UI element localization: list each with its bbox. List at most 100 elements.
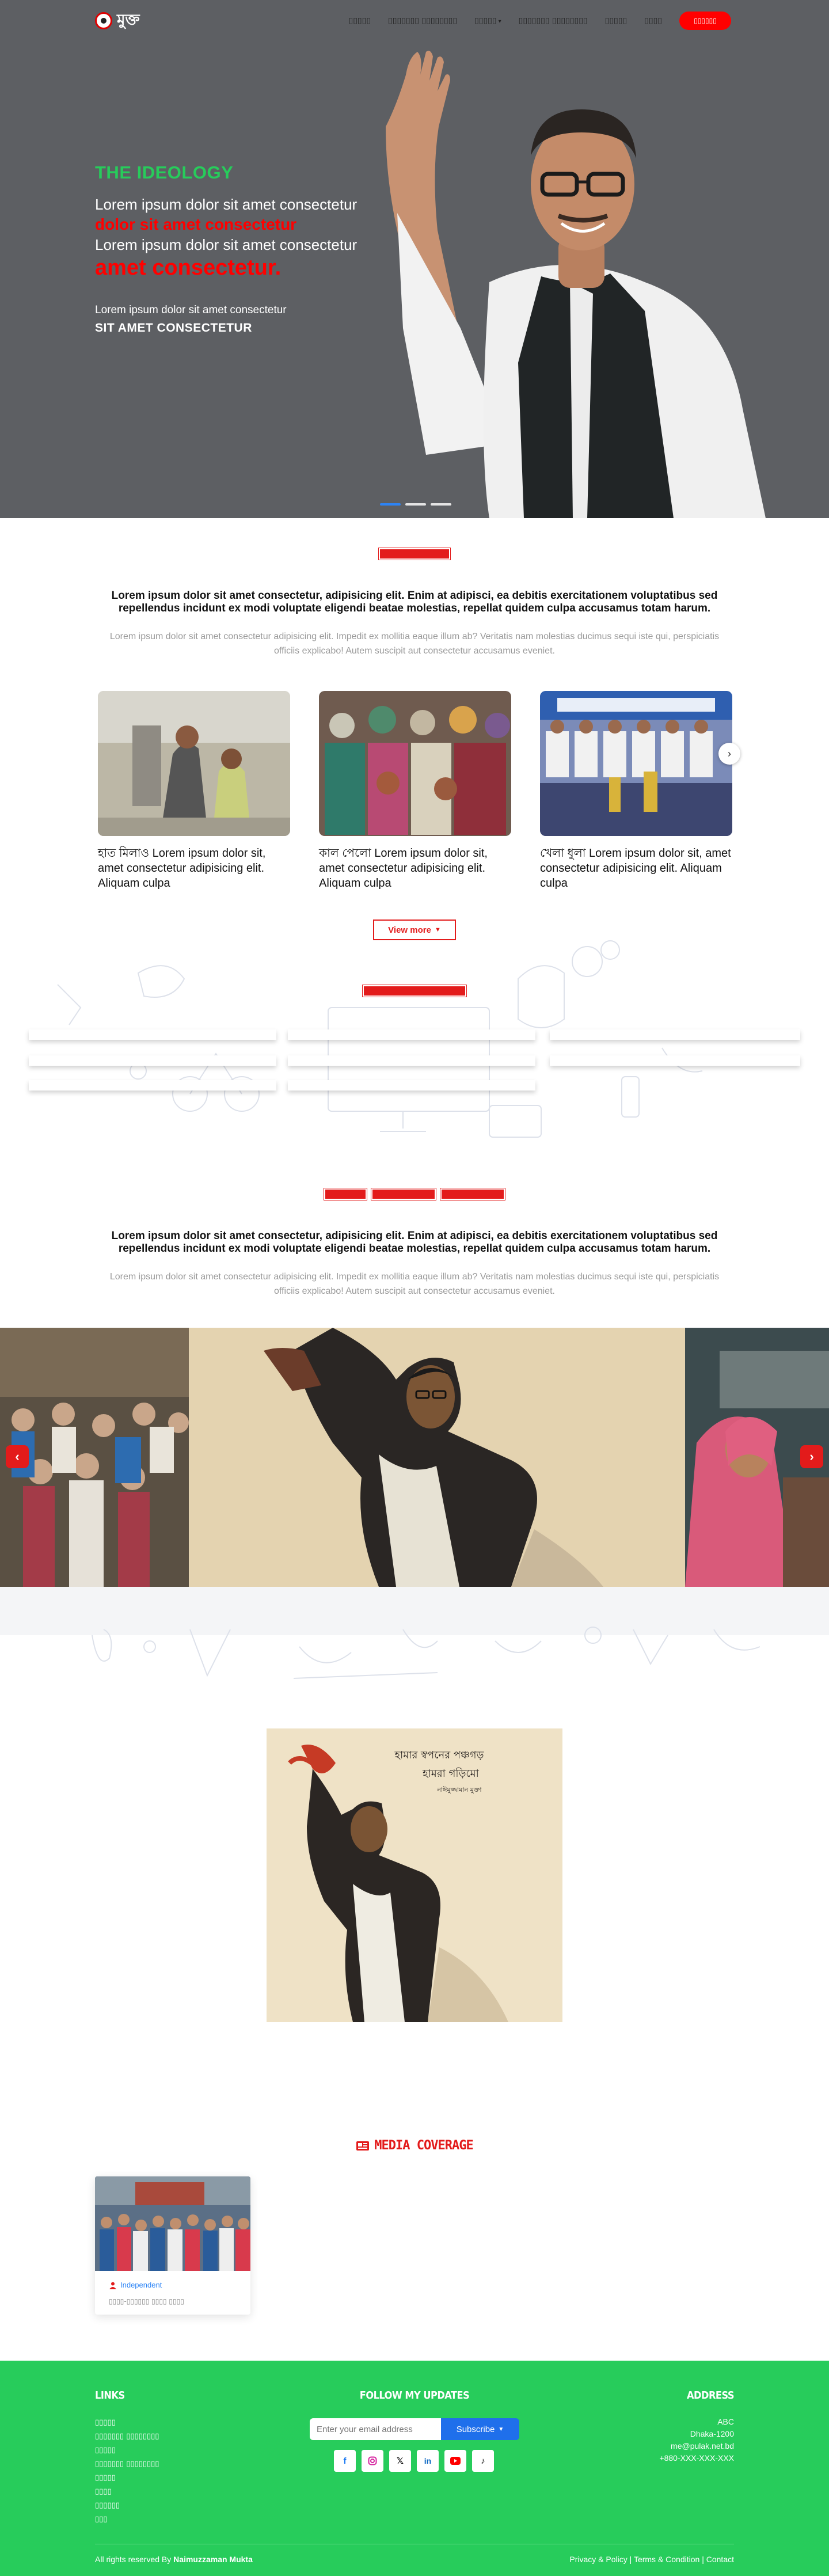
media-coverage-title: MEDIA COVERAGE <box>0 2138 829 2153</box>
copyright: All rights reserved By Naimuzzaman Mukta <box>95 2555 253 2564</box>
linkedin-icon[interactable]: in <box>417 2450 439 2472</box>
hero-small-text: Lorem ipsum dolor sit amet consectetur <box>95 304 287 316</box>
poster-line-1: হামার স্বপনের পঞ্চগড় <box>394 1749 485 1761</box>
update-strip[interactable] <box>288 1055 535 1066</box>
update-strip[interactable] <box>29 1029 276 1040</box>
user-icon <box>109 2282 116 2289</box>
gallery-next-button[interactable]: › <box>800 1445 823 1468</box>
footer-address: ABC Dhaka-1200 me@pulak.net.bd +880-XXX-… <box>659 2416 734 2464</box>
chevron-down-icon: ▾ <box>498 18 501 25</box>
gallery-lead: Lorem ipsum dolor sit amet consectetur, … <box>111 1230 718 1255</box>
newspaper-icon <box>356 2141 370 2151</box>
campaign-poster: হামার স্বপনের পঞ্চগড় হামরা গড়িমো নাঈমু… <box>267 1728 562 2022</box>
copyright-name: Naimuzzaman Mukta <box>173 2555 253 2564</box>
tiktok-icon[interactable]: ♪ <box>472 2450 494 2472</box>
logo-icon <box>95 12 112 29</box>
hero-text-block: THE IDEOLOGY Lorem ipsum dolor sit amet … <box>95 162 417 335</box>
doodle-background <box>57 940 703 1138</box>
activities-lead: Lorem ipsum dolor sit amet consectetur, … <box>111 590 718 614</box>
nav-link-3-dropdown[interactable]: ▯▯▯▯▯ ▾ <box>474 16 501 25</box>
update-strip[interactable] <box>550 1055 800 1066</box>
poster-line-2: হামরা গড়িমো <box>422 1768 480 1780</box>
nav-link-2[interactable]: ▯▯▯▯▯▯▯ ▯▯▯▯▯▯▯▯ <box>388 16 457 25</box>
footer-link[interactable]: ▯▯▯ <box>95 2513 159 2526</box>
gallery-prev-button[interactable]: ‹ <box>6 1445 29 1468</box>
slider-dot-1[interactable] <box>380 503 401 506</box>
footer-link[interactable]: ▯▯▯▯▯ <box>95 2416 159 2430</box>
hero-portrait-image <box>386 51 766 518</box>
nav-link-1[interactable]: ▯▯▯▯▯ <box>349 16 371 25</box>
activity-card[interactable]: কাল পেলো Lorem ipsum dolor sit, amet con… <box>319 691 511 891</box>
update-strip[interactable] <box>29 1055 276 1066</box>
instagram-icon[interactable] <box>362 2450 383 2472</box>
hero-red-line-2: amet consectetur. <box>95 256 282 280</box>
update-strip[interactable] <box>29 1080 276 1091</box>
chevron-right-icon: › <box>728 747 731 759</box>
address-phone[interactable]: +880-XXX-XXX-XXX <box>659 2452 734 2464</box>
hero-tagline: THE IDEOLOGY <box>95 162 234 183</box>
gallery-title <box>0 1188 829 1200</box>
footer-link[interactable]: ▯▯▯▯▯ <box>95 2471 159 2485</box>
updates-title-glyphs <box>362 985 467 997</box>
facebook-icon[interactable]: f <box>334 2450 356 2472</box>
footer-links: ▯▯▯▯▯ ▯▯▯▯▯▯▯ ▯▯▯▯▯▯▯▯ ▯▯▯▯▯ ▯▯▯▯▯▯▯ ▯▯▯… <box>95 2416 159 2526</box>
subscribe-form: Subscribe▼ <box>310 2418 519 2440</box>
media-source[interactable]: Independent <box>95 2274 250 2289</box>
nav-link-6[interactable]: ▯▯▯▯ <box>644 16 662 25</box>
poster-line-3: নাঈমুজ্জামান মুক্তা <box>436 1786 482 1794</box>
hero-line-2: Lorem ipsum dolor sit amet consectetur <box>95 236 358 253</box>
doodle-background-2 <box>92 1627 760 1679</box>
footer-link[interactable]: ▯▯▯▯ <box>95 2485 159 2499</box>
update-strip[interactable] <box>288 1080 535 1091</box>
nav-link-3-label: ▯▯▯▯▯ <box>474 16 497 25</box>
update-strip[interactable] <box>288 1029 535 1040</box>
footer-link[interactable]: ▯▯▯▯▯▯▯ ▯▯▯▯▯▯▯▯ <box>95 2457 159 2471</box>
chevron-left-icon: ‹ <box>15 1449 20 1464</box>
subscribe-button[interactable]: Subscribe ▼ <box>441 2418 519 2440</box>
hero-red-line-1: dolor sit amet consectetur <box>95 215 297 233</box>
youtube-icon[interactable] <box>444 2450 466 2472</box>
activity-card-text: খেলা ধুলা Lorem ipsum dolor sit, amet co… <box>540 847 731 890</box>
media-source-name: Independent <box>120 2281 162 2289</box>
activity-card[interactable]: খেলা ধুলা Lorem ipsum dolor sit, amet co… <box>540 691 732 891</box>
hero-slider-dots <box>380 503 451 506</box>
footer-link[interactable]: ▯▯▯▯▯ <box>95 2444 159 2457</box>
slider-dot-3[interactable] <box>431 503 451 506</box>
contact-link[interactable]: Contact <box>706 2555 734 2564</box>
footer-link[interactable]: ▯▯▯▯▯▯▯ ▯▯▯▯▯▯▯▯ <box>95 2430 159 2444</box>
site-logo[interactable]: মুক্ত <box>95 8 140 33</box>
footer-bottom-bar: All rights reserved By Naimuzzaman Mukta… <box>95 2544 734 2564</box>
address-line: Dhaka-1200 <box>690 2429 734 2438</box>
nav-cta-button[interactable]: ▯▯▯▯▯▯ <box>679 12 731 30</box>
top-nav: মুক্ত ▯▯▯▯▯ ▯▯▯▯▯▯▯ ▯▯▯▯▯▯▯▯ ▯▯▯▯▯ ▾ ▯▯▯▯… <box>0 0 829 40</box>
footer-link[interactable]: ▯▯▯▯▯▯ <box>95 2499 159 2513</box>
media-card-image <box>95 2176 250 2271</box>
email-input[interactable] <box>310 2418 441 2440</box>
address-email[interactable]: me@pulak.net.bd <box>659 2440 734 2452</box>
social-links: f 𝕏 in ♪ <box>334 2450 494 2472</box>
terms-link[interactable]: Terms & Condition <box>634 2555 699 2564</box>
chevron-right-icon: › <box>809 1449 814 1464</box>
nav-link-4[interactable]: ▯▯▯▯▯▯▯ ▯▯▯▯▯▯▯▯ <box>519 16 588 25</box>
carousel-next-button[interactable]: › <box>718 743 740 765</box>
gallery-title-glyphs-1 <box>324 1188 367 1200</box>
hero-caps-text: SIT AMET CONSECTETUR <box>95 321 252 335</box>
nav-link-5[interactable]: ▯▯▯▯▯ <box>605 16 628 25</box>
subscribe-label: Subscribe <box>456 2424 495 2434</box>
footer-address-title: ADDRESS <box>687 2389 734 2402</box>
gallery-sub: Lorem ipsum dolor sit amet consectetur a… <box>109 1272 720 1296</box>
activity-card[interactable]: হাত মিলাও Lorem ipsum dolor sit, amet co… <box>98 691 290 891</box>
caret-down-icon: ▼ <box>498 2426 504 2433</box>
activity-card-text: কাল পেলো Lorem ipsum dolor sit, amet con… <box>319 847 488 890</box>
media-card[interactable]: Independent ▯▯▯▯-▯▯▯▯▯▯ ▯▯▯▯ ▯▯▯▯ <box>95 2176 250 2315</box>
x-twitter-icon[interactable]: 𝕏 <box>389 2450 411 2472</box>
gallery-image-center[interactable] <box>189 1328 685 1587</box>
media-coverage-label: MEDIA COVERAGE <box>374 2138 473 2153</box>
activity-card-image <box>540 691 732 836</box>
privacy-link[interactable]: Privacy & Policy <box>569 2555 627 2564</box>
image-gallery: ‹ › <box>0 1328 829 1587</box>
activity-card-image <box>98 691 290 836</box>
gallery-title-glyphs-2 <box>371 1188 436 1200</box>
slider-dot-2[interactable] <box>405 503 426 506</box>
update-strip[interactable] <box>550 1029 800 1040</box>
